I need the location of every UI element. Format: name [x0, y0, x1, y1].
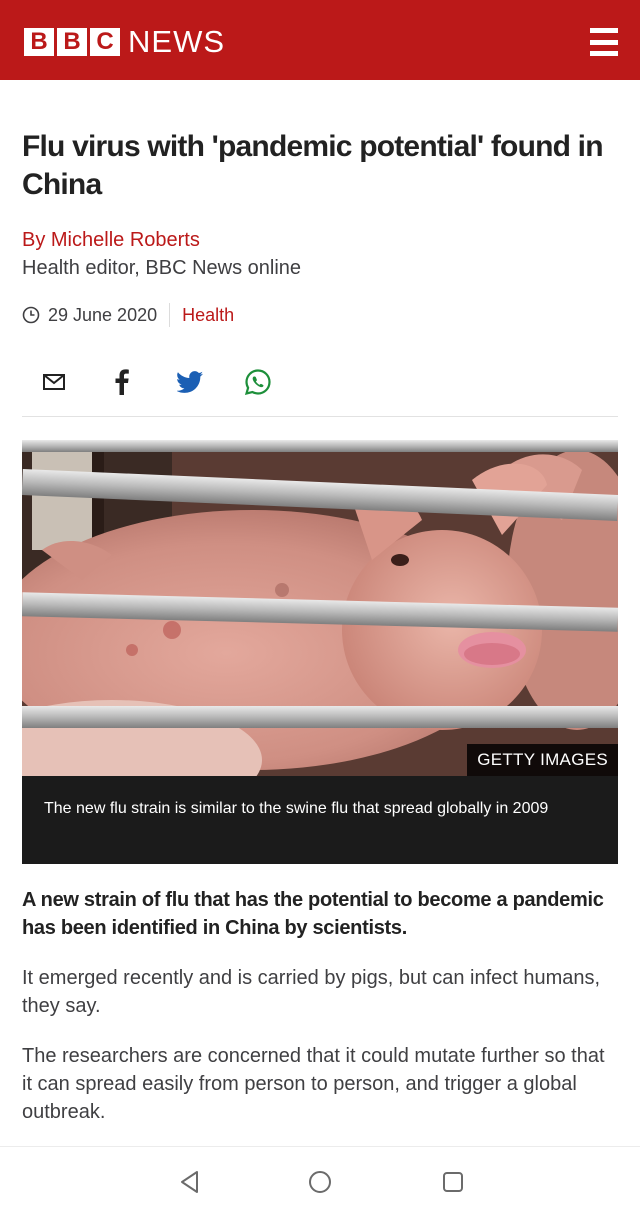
- image-credit: GETTY IMAGES: [467, 744, 618, 776]
- share-bar: [40, 368, 272, 396]
- logo-letter: C: [90, 28, 120, 56]
- facebook-icon[interactable]: [108, 368, 136, 396]
- image-caption: The new flu strain is similar to the swi…: [22, 776, 618, 864]
- author-role: Health editor, BBC News online: [22, 257, 302, 279]
- article-headline: Flu virus with 'pandemic potential' foun…: [22, 130, 604, 201]
- twitter-icon[interactable]: [176, 368, 204, 396]
- divider: [22, 416, 618, 417]
- system-nav-bar: [0, 1146, 640, 1216]
- logo-letter: B: [24, 28, 54, 56]
- bbc-logo[interactable]: B B C: [24, 28, 120, 56]
- publish-date: 29 June 2020: [48, 304, 158, 325]
- back-icon[interactable]: [177, 1169, 203, 1195]
- author-name[interactable]: By Michelle Roberts: [22, 228, 200, 252]
- logo-news-word[interactable]: NEWS: [128, 26, 225, 58]
- clock-icon: [22, 306, 40, 324]
- site-header: B B C NEWS: [0, 0, 640, 80]
- meta-divider: [169, 303, 171, 327]
- article-image: GETTY IMAGES: [22, 440, 618, 776]
- hamburger-menu-icon[interactable]: [590, 28, 618, 56]
- article-paragraph: It emerged recently and is carried by pi…: [22, 967, 601, 1017]
- logo-letter: B: [57, 28, 87, 56]
- article-intro: A new strain of flu that has the potenti…: [22, 889, 604, 939]
- section-link[interactable]: Health: [182, 305, 234, 326]
- article-meta: 29 June 2020 Health: [22, 302, 234, 328]
- article-paragraph: The researchers are concerned that it co…: [22, 1045, 605, 1123]
- whatsapp-icon[interactable]: [244, 368, 272, 396]
- home-icon[interactable]: [307, 1169, 333, 1195]
- pig-image: [22, 440, 618, 776]
- email-icon[interactable]: [40, 368, 68, 396]
- recents-icon[interactable]: [440, 1169, 466, 1195]
